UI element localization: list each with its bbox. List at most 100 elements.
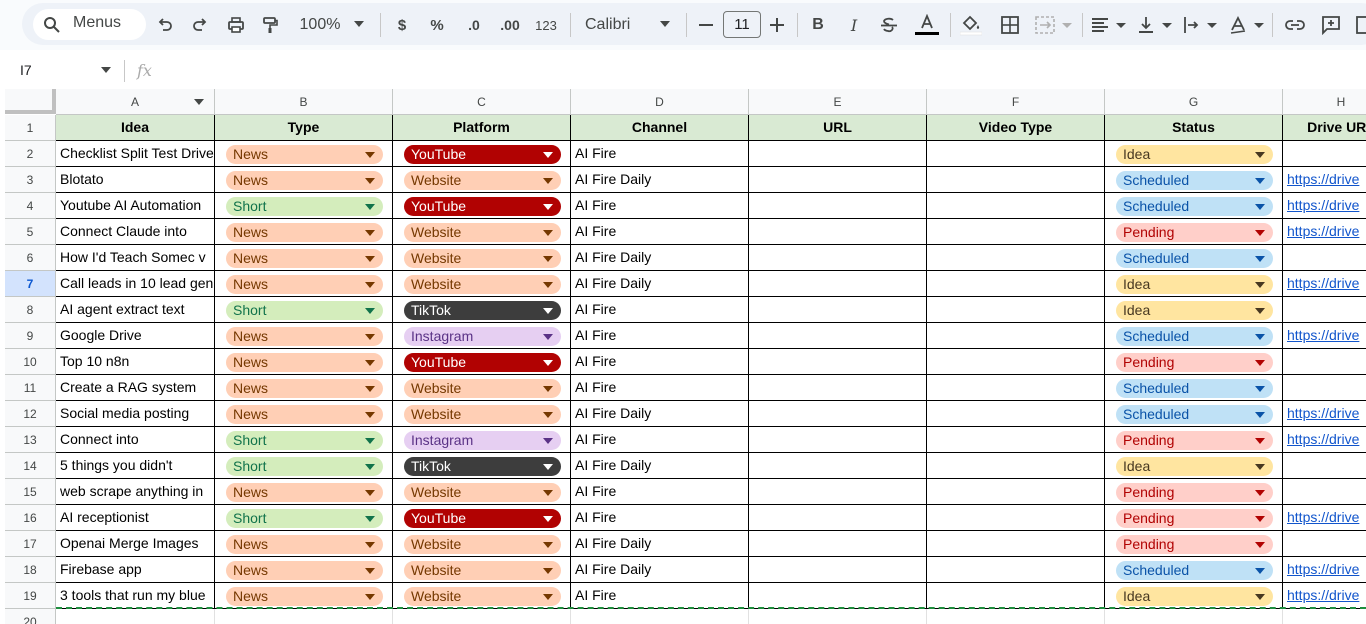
- platform-chip[interactable]: Website: [404, 561, 561, 580]
- type-chip[interactable]: News: [226, 145, 383, 164]
- chevron-down-icon[interactable]: [543, 334, 553, 340]
- table-cell[interactable]: [927, 401, 1105, 427]
- insert-chart-button[interactable]: [1356, 11, 1366, 39]
- platform-chip[interactable]: Website: [404, 171, 561, 190]
- number-format-button[interactable]: 123: [534, 11, 558, 39]
- column-header-h[interactable]: H: [1283, 89, 1366, 115]
- platform-chip[interactable]: Website: [404, 405, 561, 424]
- name-box[interactable]: I7: [20, 62, 32, 78]
- row-header[interactable]: 15: [5, 479, 56, 505]
- column-header-g[interactable]: G: [1105, 89, 1283, 115]
- idea-cell[interactable]: How I'd Teach Somec v: [56, 245, 215, 271]
- platform-chip[interactable]: TikTok: [404, 457, 561, 476]
- platform-chip[interactable]: YouTube: [404, 145, 561, 164]
- header-cell-type[interactable]: Type: [215, 115, 393, 141]
- chevron-down-icon[interactable]: [543, 542, 553, 548]
- idea-cell[interactable]: Connect into: [56, 427, 215, 453]
- table-cell[interactable]: [749, 583, 927, 609]
- table-cell[interactable]: [927, 245, 1105, 271]
- idea-cell[interactable]: Google Drive: [56, 323, 215, 349]
- status-chip[interactable]: Scheduled: [1116, 171, 1273, 190]
- row-header[interactable]: 4: [5, 193, 56, 219]
- platform-chip[interactable]: Website: [404, 483, 561, 502]
- type-chip[interactable]: News: [226, 587, 383, 606]
- platform-chip[interactable]: Website: [404, 535, 561, 554]
- channel-cell[interactable]: AI Fire Daily: [571, 271, 749, 297]
- chevron-down-icon[interactable]: [543, 568, 553, 574]
- header-cell-video-type[interactable]: Video Type: [927, 115, 1105, 141]
- table-cell[interactable]: [749, 297, 927, 323]
- status-chip[interactable]: Scheduled: [1116, 327, 1273, 346]
- row-header[interactable]: 9: [5, 323, 56, 349]
- channel-cell[interactable]: AI Fire Daily: [571, 245, 749, 271]
- type-chip[interactable]: Short: [226, 509, 383, 528]
- column-header-c[interactable]: C: [393, 89, 571, 115]
- table-cell[interactable]: [749, 219, 927, 245]
- row-header[interactable]: 7: [5, 271, 56, 297]
- chevron-down-icon[interactable]: [1255, 282, 1265, 288]
- channel-cell[interactable]: AI Fire: [571, 219, 749, 245]
- status-chip[interactable]: Idea: [1116, 457, 1273, 476]
- type-chip[interactable]: News: [226, 249, 383, 268]
- type-chip[interactable]: News: [226, 561, 383, 580]
- idea-cell[interactable]: Blotato: [56, 167, 215, 193]
- type-chip[interactable]: Short: [226, 457, 383, 476]
- drive-url-link[interactable]: https://drive: [1283, 323, 1366, 349]
- platform-chip[interactable]: Instagram: [404, 327, 561, 346]
- increase-decimal-button[interactable]: .00: [498, 11, 522, 39]
- table-cell[interactable]: [749, 557, 927, 583]
- chevron-down-icon[interactable]: [1255, 334, 1265, 340]
- chevron-down-icon[interactable]: [365, 412, 375, 418]
- insert-comment-button[interactable]: [1320, 11, 1342, 39]
- table-cell[interactable]: [749, 349, 927, 375]
- status-chip[interactable]: Scheduled: [1116, 561, 1273, 580]
- channel-cell[interactable]: AI Fire Daily: [571, 453, 749, 479]
- row-header[interactable]: 20: [5, 609, 56, 624]
- platform-chip[interactable]: Website: [404, 275, 561, 294]
- table-cell[interactable]: [749, 141, 927, 167]
- channel-cell[interactable]: AI Fire: [571, 141, 749, 167]
- table-cell[interactable]: [571, 609, 749, 624]
- table-cell[interactable]: [749, 453, 927, 479]
- idea-cell[interactable]: Youtube AI Automation: [56, 193, 215, 219]
- insert-link-button[interactable]: [1284, 11, 1306, 39]
- chevron-down-icon[interactable]: [365, 256, 375, 262]
- table-cell[interactable]: [927, 531, 1105, 557]
- horizontal-align-button[interactable]: [1092, 11, 1128, 39]
- currency-button[interactable]: $: [396, 11, 408, 39]
- type-chip[interactable]: News: [226, 405, 383, 424]
- table-cell[interactable]: [927, 375, 1105, 401]
- table-cell[interactable]: [749, 479, 927, 505]
- row-header[interactable]: 1: [5, 115, 56, 141]
- chevron-down-icon[interactable]: [1255, 178, 1265, 184]
- chevron-down-icon[interactable]: [543, 386, 553, 392]
- channel-cell[interactable]: AI Fire: [571, 193, 749, 219]
- table-cell[interactable]: [1283, 531, 1366, 557]
- table-cell[interactable]: [927, 271, 1105, 297]
- status-chip[interactable]: Pending: [1116, 483, 1273, 502]
- strikethrough-button[interactable]: [879, 11, 899, 39]
- chevron-down-icon[interactable]: [543, 230, 553, 236]
- drive-url-link[interactable]: https://drive: [1283, 427, 1366, 453]
- chevron-down-icon[interactable]: [365, 386, 375, 392]
- vertical-align-button[interactable]: [1138, 11, 1174, 39]
- idea-cell[interactable]: AI agent extract text: [56, 297, 215, 323]
- chevron-down-icon[interactable]: [1255, 594, 1265, 600]
- table-cell[interactable]: [749, 401, 927, 427]
- chevron-down-icon[interactable]: [1255, 204, 1265, 210]
- chevron-down-icon[interactable]: [543, 204, 553, 210]
- drive-url-link[interactable]: https://drive: [1283, 583, 1366, 609]
- chevron-down-icon[interactable]: [365, 464, 375, 470]
- table-cell[interactable]: [927, 297, 1105, 323]
- drive-url-link[interactable]: https://drive: [1283, 167, 1366, 193]
- table-cell[interactable]: [927, 557, 1105, 583]
- type-chip[interactable]: News: [226, 379, 383, 398]
- chevron-down-icon[interactable]: [543, 282, 553, 288]
- percent-button[interactable]: %: [430, 11, 444, 39]
- chevron-down-icon[interactable]: [543, 412, 553, 418]
- row-header[interactable]: 16: [5, 505, 56, 531]
- chevron-down-icon[interactable]: [1255, 542, 1265, 548]
- status-chip[interactable]: Idea: [1116, 145, 1273, 164]
- status-chip[interactable]: Idea: [1116, 587, 1273, 606]
- chevron-down-icon[interactable]: [1255, 464, 1265, 470]
